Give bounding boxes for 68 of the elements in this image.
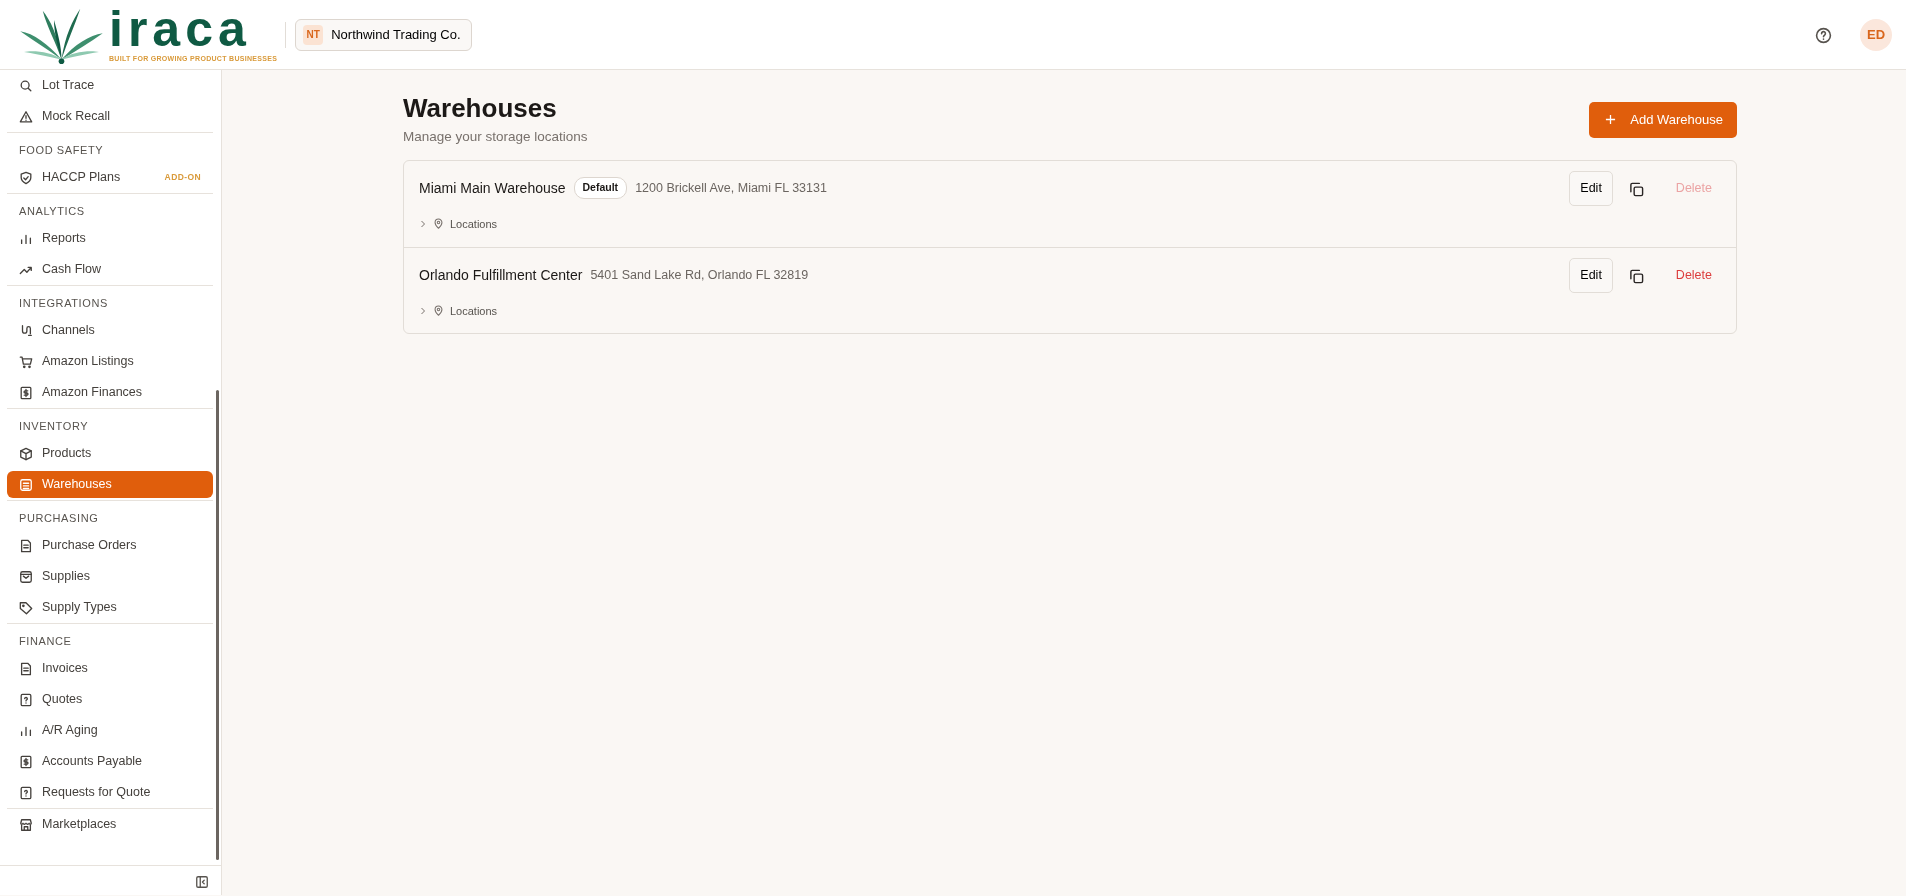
question-icon	[19, 692, 33, 707]
scrollbar-thumb[interactable]	[216, 390, 219, 860]
add-warehouse-button[interactable]: Add Warehouse	[1589, 102, 1737, 138]
inbox-icon	[19, 569, 33, 584]
cart-icon	[19, 354, 33, 369]
page-subtitle: Manage your storage locations	[403, 127, 588, 146]
nav-item[interactable]: Accounts Payable	[7, 746, 213, 777]
org-initials: NT	[303, 24, 324, 45]
org-switcher[interactable]: NT Northwind Trading Co.	[295, 18, 472, 51]
page-title: Warehouses	[403, 94, 558, 123]
section-label: ANALYTICS	[18, 204, 86, 219]
nav-item[interactable]: Quotes	[7, 684, 213, 715]
warehouse-address: 1200 Brickell Ave, Miami FL 33131	[635, 179, 827, 197]
nav-item[interactable]: Supplies	[7, 561, 213, 592]
nav-item[interactable]: Products	[7, 438, 213, 469]
edit-button[interactable]: Edit	[1569, 170, 1613, 206]
document-icon	[19, 538, 33, 553]
delete-button[interactable]: Delete	[1667, 261, 1720, 289]
section-label: INTEGRATIONS	[18, 296, 109, 311]
box-icon	[19, 446, 33, 461]
chevron-icon	[419, 306, 427, 315]
brand-name: iraca	[109, 4, 251, 55]
dollar-icon	[19, 385, 33, 400]
nav-item[interactable]: Requests for Quote	[7, 777, 213, 808]
pin-icon	[433, 305, 444, 317]
default-badge: Default	[573, 177, 628, 200]
nav-item[interactable]: Invoices	[7, 653, 213, 684]
nav-item[interactable]: Marketplaces	[7, 809, 213, 840]
nav-item[interactable]: Mock Recall	[7, 101, 213, 132]
warehouse-name: Orlando Fulfillment Center	[419, 265, 583, 285]
section-label: FOOD SAFETY	[18, 143, 105, 158]
warning-icon	[19, 109, 33, 124]
nav-item[interactable]: Amazon Finances	[7, 377, 213, 408]
nav-item[interactable]: HACCP Plans ADD-ON	[7, 162, 213, 193]
plug-icon	[19, 323, 33, 338]
nav-item[interactable]: Channels	[7, 315, 213, 346]
locations-toggle[interactable]: Locations	[419, 302, 498, 320]
section-label: INVENTORY	[18, 419, 90, 434]
sidebar-collapse-icon	[195, 874, 209, 889]
copy-icon	[1628, 268, 1644, 284]
section-label: FINANCE	[18, 634, 73, 649]
search-icon	[19, 78, 33, 93]
question-icon	[19, 785, 33, 800]
addon-tag: ADD-ON	[164, 171, 201, 184]
nav-item[interactable]: Cash Flow	[7, 254, 213, 285]
locations-toggle[interactable]: Locations	[419, 215, 498, 233]
tag-icon	[19, 600, 33, 615]
dollar-icon	[19, 754, 33, 769]
warehouse-icon	[19, 477, 33, 492]
nav-item[interactable]: Supply Types	[7, 592, 213, 623]
plus-icon	[1605, 114, 1617, 126]
edit-button[interactable]: Edit	[1569, 257, 1613, 293]
document-icon	[19, 661, 33, 676]
nav-item[interactable]: Amazon Listings	[7, 346, 213, 377]
copy-icon	[1628, 181, 1644, 197]
shield-icon	[19, 170, 33, 185]
warehouse-name: Miami Main Warehouse	[419, 178, 566, 198]
store-icon	[19, 817, 33, 832]
chevron-icon	[419, 219, 427, 228]
section-label: PURCHASING	[18, 511, 100, 526]
nav-item[interactable]: Purchase Orders	[7, 530, 213, 561]
pin-icon	[433, 218, 444, 230]
nav-item[interactable]: Reports	[7, 223, 213, 254]
nav-item[interactable]: A/R Aging	[7, 715, 213, 746]
warehouse-address: 5401 Sand Lake Rd, Orlando FL 32819	[590, 266, 809, 284]
nav-item[interactable]: Warehouses	[7, 471, 213, 498]
help-icon	[1815, 26, 1832, 44]
nav-item[interactable]: Lot Trace	[7, 70, 213, 101]
